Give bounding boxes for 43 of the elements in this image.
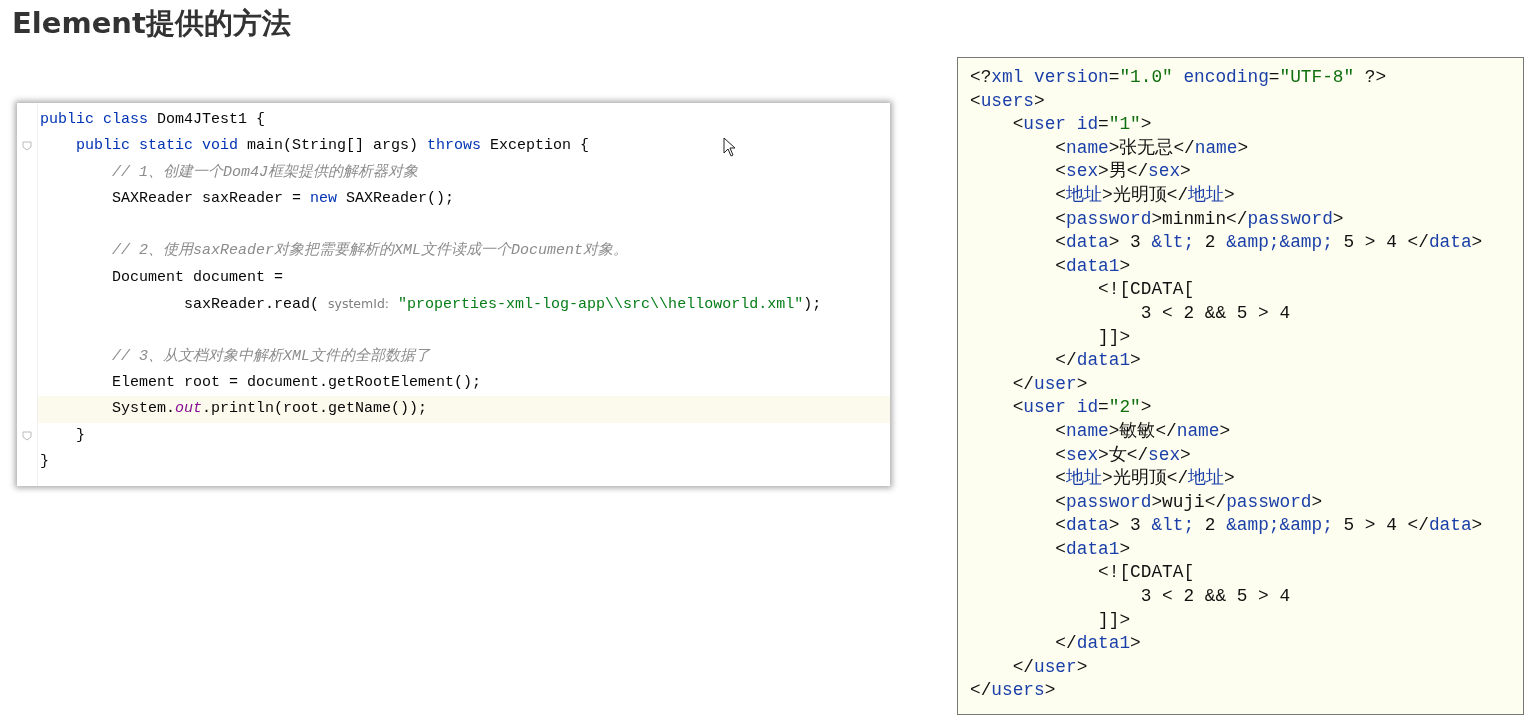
code-line: </data1> <box>1054 349 1142 373</box>
code-line: <sex>男</sex> <box>1054 160 1192 184</box>
code-line: 3 < 2 && 5 > 4 <box>1139 585 1292 609</box>
code-line: <data1> <box>1054 254 1132 278</box>
code-line: Element root = document.getRootElement(); <box>111 372 482 393</box>
code-line: <data> 3 &lt; 2 &amp;&amp; 5 > 4 </data> <box>1054 231 1484 255</box>
code-line: </users> <box>970 679 1057 703</box>
code-line: System.out.println(root.getName()); <box>111 399 428 420</box>
code-line: <data> 3 &lt; 2 &amp;&amp; 5 > 4 </data> <box>1054 514 1484 538</box>
fold-icon[interactable] <box>22 141 32 152</box>
code-line: <?xml version="1.0" encoding="UTF-8" ?> <box>970 66 1388 89</box>
code-line: <![CDATA[ <box>1097 278 1196 302</box>
code-line: </user> <box>1011 655 1089 679</box>
code-line: saxReader.read( systemId: "properties-xml-log-app\\src\\helloworld.xml"); <box>183 295 822 316</box>
code-line: <user id="1"> <box>1011 113 1153 137</box>
code-line: <![CDATA[ <box>1097 561 1196 585</box>
code-line: SAXReader saxReader = new SAXReader(); <box>111 188 455 209</box>
mouse-pointer-icon <box>723 137 737 157</box>
code-line: } <box>75 425 85 446</box>
code-line: Document document = <box>111 267 284 288</box>
code-line: ]]> <box>1097 608 1132 632</box>
code-line: <data1> <box>1054 537 1132 561</box>
code-line: <地址>光明顶</地址> <box>1054 467 1236 491</box>
code-line: <name>张无忌</name> <box>1054 136 1250 160</box>
code-line: public static void main(String[] args) throws Exception { <box>75 136 590 157</box>
code-line: // 3、从文档对象中解析XML文件的全部数据了 <box>111 346 431 367</box>
code-line: // 2、使用saxReader对象把需要解析的XML文件读成一个Document对象。 <box>111 240 629 262</box>
code-line: </data1> <box>1054 632 1142 656</box>
fold-icon[interactable] <box>22 430 32 441</box>
code-line: } <box>39 451 49 472</box>
code-line: ]]> <box>1097 325 1132 349</box>
slide-title: Element提供的方法 <box>12 6 292 40</box>
code-line: </user> <box>1011 372 1089 396</box>
code-line: <user id="2"> <box>1011 396 1153 420</box>
code-line: <password>minmin</password> <box>1054 207 1345 231</box>
code-line: <name>敏敏</name> <box>1054 419 1232 443</box>
code-line: 3 < 2 && 5 > 4 <box>1139 301 1292 325</box>
code-line: public class Dom4JTest1 { <box>39 110 266 130</box>
code-line: <users> <box>970 89 1046 113</box>
code-line: <sex>女</sex> <box>1054 443 1192 467</box>
code-line: <password>wuji</password> <box>1054 490 1324 514</box>
code-line: <地址>光明顶</地址> <box>1054 183 1236 207</box>
code-line: // 1、创建一个Dom4J框架提供的解析器对象 <box>111 162 419 183</box>
